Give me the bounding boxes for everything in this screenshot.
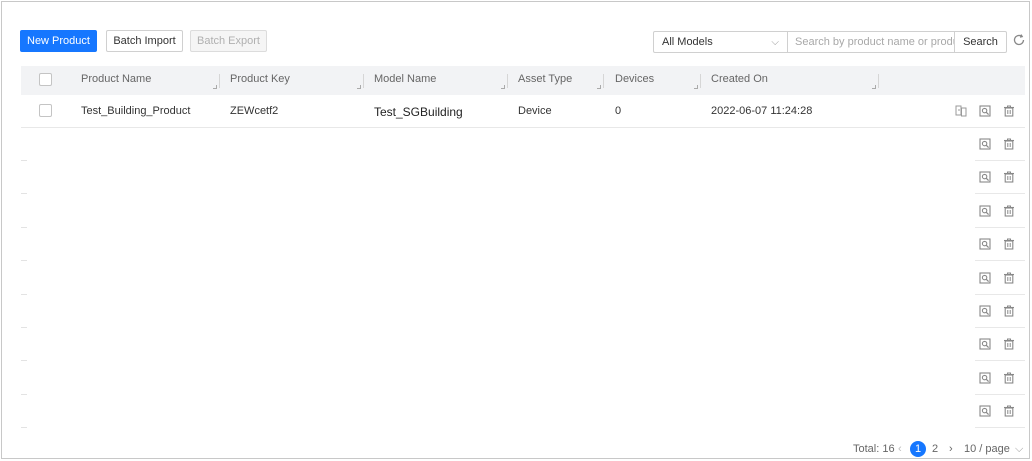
- column-resize-handle[interactable]: [694, 85, 698, 89]
- cell-product-name[interactable]: Test_Building_Product: [81, 95, 190, 127]
- column-header-model-name[interactable]: Model Name: [374, 66, 436, 95]
- cell-created-on: 2022-06-07 11:24:28: [711, 105, 813, 117]
- column-resize-handle[interactable]: [213, 85, 217, 89]
- refresh-icon[interactable]: [1012, 33, 1026, 47]
- empty-table-row: [21, 161, 1025, 195]
- delete-icon[interactable]: [1003, 138, 1015, 150]
- delete-icon[interactable]: [1003, 272, 1015, 284]
- column-divider: [878, 74, 879, 88]
- view-detail-icon[interactable]: [979, 372, 991, 384]
- page-number-1[interactable]: 1: [910, 441, 926, 457]
- delete-icon[interactable]: [1003, 238, 1015, 250]
- empty-table-row: [21, 228, 1025, 262]
- empty-table-row: [21, 295, 1025, 328]
- column-divider: [363, 74, 364, 88]
- select-all-checkbox[interactable]: [39, 73, 52, 86]
- column-header-product-name[interactable]: Product Name: [81, 66, 151, 95]
- table-header: Product Name Product Key Model Name Asse…: [21, 66, 1025, 95]
- column-header-created-on[interactable]: Created On: [711, 66, 768, 95]
- view-detail-icon[interactable]: [979, 105, 991, 117]
- view-detail-icon[interactable]: [979, 405, 991, 417]
- delete-icon[interactable]: [1003, 338, 1015, 350]
- view-detail-icon[interactable]: [979, 138, 991, 150]
- cell-product-key: ZEWcetf2: [230, 105, 279, 117]
- delete-icon[interactable]: [1003, 372, 1015, 384]
- delete-icon[interactable]: [1003, 171, 1015, 183]
- pagination-total: Total: 16: [853, 443, 895, 455]
- column-resize-handle[interactable]: [501, 85, 505, 89]
- column-divider: [603, 74, 604, 88]
- copy-icon[interactable]: [955, 105, 967, 117]
- column-header-devices[interactable]: Devices: [615, 66, 654, 95]
- row-divider: [975, 427, 1025, 429]
- column-divider: [507, 74, 508, 88]
- empty-table-row: [21, 328, 1025, 362]
- table-row: Test_Building_Product ZEWcetf2 Test_SGBu…: [21, 95, 1025, 128]
- chevron-down-icon: ⌵: [771, 37, 779, 48]
- delete-icon[interactable]: [1003, 205, 1015, 217]
- chevron-down-icon: ⌵: [1014, 443, 1024, 455]
- cell-model-name: Test_SGBuilding: [374, 105, 463, 119]
- view-detail-icon[interactable]: [979, 238, 991, 250]
- cell-asset-type: Device: [518, 105, 552, 117]
- column-divider: [700, 74, 701, 88]
- column-header-asset-type[interactable]: Asset Type: [518, 66, 572, 95]
- page-number-2[interactable]: 2: [927, 441, 943, 457]
- view-detail-icon[interactable]: [979, 171, 991, 183]
- model-filter-value: All Models: [662, 36, 713, 48]
- row-checkbox[interactable]: [39, 104, 52, 117]
- empty-table-row: [21, 362, 1025, 395]
- column-header-product-key[interactable]: Product Key: [230, 66, 290, 95]
- page-size-label: 10 / page: [964, 443, 1010, 455]
- view-detail-icon[interactable]: [979, 205, 991, 217]
- page-size-select[interactable]: 10 / page ⌵: [964, 441, 1023, 457]
- view-detail-icon[interactable]: [979, 305, 991, 317]
- empty-table-row: [21, 128, 1025, 161]
- search-button[interactable]: Search: [954, 31, 1007, 53]
- empty-table-row: [21, 262, 1025, 295]
- batch-export-button: Batch Export: [190, 30, 267, 52]
- view-detail-icon[interactable]: [979, 272, 991, 284]
- delete-icon[interactable]: [1003, 105, 1015, 117]
- chevron-right-icon[interactable]: ›: [949, 441, 953, 457]
- column-resize-handle[interactable]: [357, 85, 361, 89]
- delete-icon[interactable]: [1003, 305, 1015, 317]
- column-resize-handle[interactable]: [597, 85, 601, 89]
- view-detail-icon[interactable]: [979, 338, 991, 350]
- column-resize-handle[interactable]: [872, 85, 876, 89]
- empty-table-row: [21, 195, 1025, 228]
- chevron-left-icon[interactable]: ‹: [898, 441, 902, 457]
- product-list-panel: New Product Batch Import Batch Export Al…: [1, 1, 1030, 459]
- search-input[interactable]: [787, 31, 955, 53]
- batch-import-button[interactable]: Batch Import: [106, 30, 183, 52]
- cell-devices: 0: [615, 105, 622, 117]
- model-filter-select[interactable]: All Models ⌵: [653, 31, 788, 53]
- new-product-button[interactable]: New Product: [20, 30, 97, 52]
- row-divider: [21, 427, 27, 429]
- column-divider: [219, 74, 220, 88]
- delete-icon[interactable]: [1003, 405, 1015, 417]
- empty-table-row: [21, 395, 1025, 429]
